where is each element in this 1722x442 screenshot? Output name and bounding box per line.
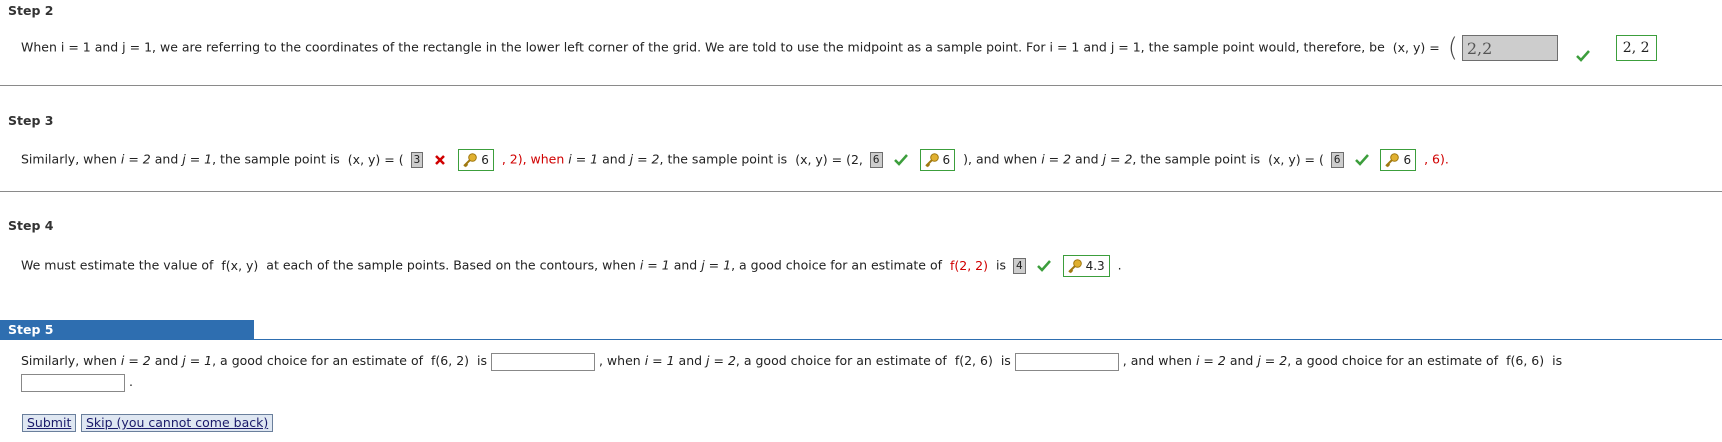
key-icon (924, 153, 939, 168)
step5-text-line: Similarly, when i = 2 and j = 1, a good … (21, 352, 1562, 371)
var-j: j = 1 (182, 151, 213, 167)
xy-label: (x, y) = (2, (795, 151, 863, 167)
var-j: j = 2 (629, 151, 660, 167)
step4-text: at each of the sample points. Based on t… (266, 257, 636, 273)
step3-text: , 6). (1424, 151, 1449, 167)
step3-key-3: 6 (1380, 149, 1417, 171)
estimate-f62-input[interactable] (491, 352, 595, 371)
step5-text: , a good choice for an estimate of (735, 353, 947, 368)
var-j: j = 2 (1257, 353, 1288, 368)
fxy-label: f(x, y) (221, 257, 259, 273)
check-icon (1575, 50, 1590, 62)
step5-text: , a good choice for an estimate of (1287, 353, 1499, 368)
step3-text-line: Similarly, when i = 2 and j = 1, the sam… (21, 149, 1449, 171)
is-text: is (477, 353, 488, 368)
step5-text: , a good choice for an estimate of (212, 353, 424, 368)
and-text: and (1229, 353, 1254, 368)
step4-key: 4.3 (1062, 255, 1110, 277)
step3-title: Step 3 (8, 113, 54, 128)
open-paren: ( (1447, 33, 1458, 63)
var-j: j = 1 (701, 257, 732, 273)
var-i: i = 1 (644, 353, 675, 368)
key-icon (1385, 153, 1400, 168)
step2-title: Step 2 (8, 3, 54, 18)
divider (0, 85, 1722, 86)
estimate-f66-input[interactable] (21, 373, 125, 392)
check-icon (893, 154, 908, 166)
var-i: i = 2 (1041, 151, 1072, 167)
skip-button[interactable]: Skip (you cannot come back) (81, 414, 274, 432)
step3-key-1: 6 (458, 149, 494, 171)
check-icon (1036, 260, 1051, 272)
f66-label: f(6, 6) (1506, 353, 1545, 368)
f22-label: f(2, 2) (949, 257, 988, 273)
step4-text: We must estimate the value of (21, 257, 214, 273)
cross-icon (435, 155, 446, 165)
step5-text: , and when (1122, 353, 1192, 368)
check-icon (1354, 154, 1369, 166)
step5-divider (0, 339, 1722, 340)
var-j: j = 1 (182, 353, 213, 368)
key-icon (1067, 259, 1082, 274)
step4-title: Step 4 (8, 218, 54, 233)
step5-title: Step 5 (0, 320, 254, 339)
step5-text-line-2: . (21, 373, 133, 392)
f62-label: f(6, 2) (431, 353, 470, 368)
and-text: and (678, 353, 703, 368)
period: . (128, 374, 133, 389)
is-text: is (1552, 353, 1563, 368)
step5-text: , when (598, 353, 641, 368)
step5-text: Similarly, when (21, 353, 117, 368)
divider (0, 191, 1722, 192)
step3-text: , the sample point is (212, 151, 340, 167)
step2-text-line: When i = 1 and j = 1, we are referring t… (21, 33, 1657, 63)
and-text: and (602, 151, 626, 167)
step2-text: When i = 1 and j = 1, we are referring t… (21, 39, 1385, 55)
step3-entry-1: 3 (410, 152, 424, 168)
estimate-f26-input[interactable] (1014, 352, 1119, 371)
var-i: i = 1 (568, 151, 599, 167)
xy-label: (x, y) = ( (1268, 151, 1324, 167)
period: . (1117, 257, 1122, 273)
is-text: is (1000, 353, 1011, 368)
and-text: and (673, 257, 698, 273)
var-j: j = 2 (706, 353, 736, 368)
f26-label: f(2, 6) (954, 353, 993, 368)
step3-entry-3: 6 (1330, 152, 1344, 168)
key-value: 6 (481, 153, 489, 167)
step2-xy-label: (x, y) = (1392, 39, 1440, 55)
var-i: i = 2 (120, 353, 151, 368)
var-i: i = 1 (639, 257, 670, 273)
step3-text: , the sample point is (1132, 151, 1261, 167)
var-i: i = 2 (1195, 353, 1226, 368)
step2-correct-answer: 2, 2 (1615, 35, 1657, 61)
step4-entry: 4 (1012, 258, 1026, 274)
step3-text: , 2), when (501, 151, 565, 167)
key-icon (463, 153, 477, 168)
key-value: 6 (942, 153, 951, 167)
step2-answer-field: 2,2 (1461, 35, 1558, 61)
and-text: and (154, 353, 179, 368)
step3-text: ), and when (963, 151, 1038, 167)
var-i: i = 2 (120, 151, 151, 167)
and-text: and (1075, 151, 1099, 167)
xy-label: (x, y) = ( (347, 151, 404, 167)
var-j: j = 2 (1102, 151, 1133, 167)
is-text: is (995, 257, 1006, 273)
step3-text: Similarly, when (21, 151, 117, 167)
and-text: and (154, 151, 179, 167)
step4-text: , a good choice for an estimate of (731, 257, 942, 273)
submit-button[interactable]: Submit (22, 414, 77, 432)
step3-key-2: 6 (919, 149, 956, 171)
step3-text: , the sample point is (659, 151, 788, 167)
key-value: 4.3 (1085, 259, 1105, 273)
step3-entry-2: 6 (869, 152, 883, 168)
step4-text-line: We must estimate the value of f(x, y) at… (21, 255, 1122, 277)
key-value: 6 (1403, 153, 1412, 167)
